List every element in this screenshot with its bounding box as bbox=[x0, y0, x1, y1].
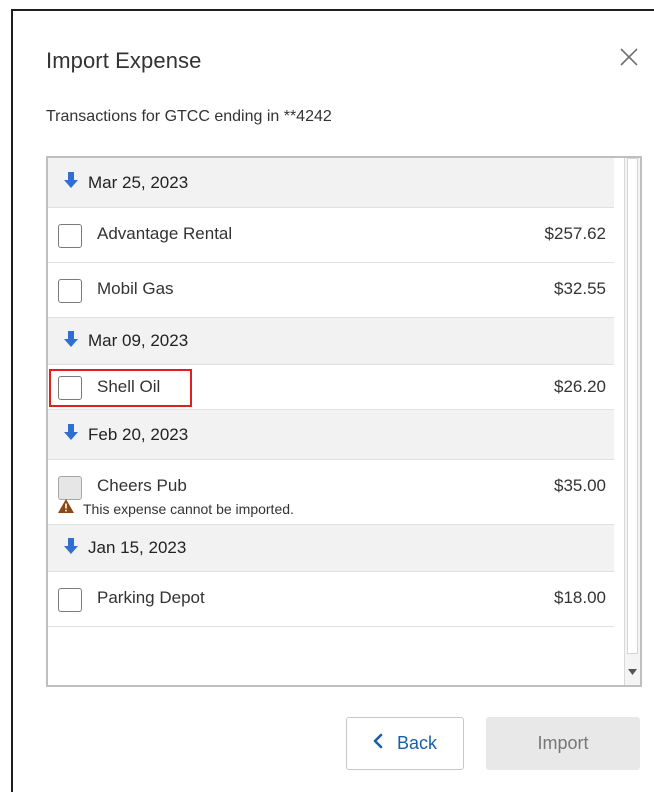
date-group-header[interactable]: Feb 20, 2023 bbox=[48, 410, 614, 460]
scroll-down-arrow-icon[interactable] bbox=[628, 662, 637, 680]
transaction-name: Shell Oil bbox=[97, 377, 161, 396]
arrow-down-icon bbox=[64, 172, 78, 193]
arrow-down-icon bbox=[64, 537, 78, 559]
transaction-row[interactable]: Parking Depot $18.00 bbox=[48, 572, 614, 627]
arrow-down-icon bbox=[64, 424, 78, 445]
import-button-label: Import bbox=[537, 733, 589, 753]
warning-text: This expense cannot be imported. bbox=[83, 500, 294, 517]
group-date: Feb 20, 2023 bbox=[88, 424, 189, 444]
date-group-header[interactable]: Mar 09, 2023 bbox=[48, 318, 614, 365]
transactions-subtitle: Transactions for GTCC ending in **4242 bbox=[46, 108, 332, 125]
group-date: Mar 25, 2023 bbox=[88, 172, 189, 192]
transaction-checkbox-disabled bbox=[58, 476, 82, 500]
scrollbar[interactable] bbox=[624, 158, 640, 685]
transaction-name: Cheers Pub bbox=[97, 476, 187, 495]
date-group-header[interactable]: Mar 25, 2023 bbox=[48, 158, 614, 208]
arrow-down-icon bbox=[64, 330, 78, 352]
transaction-name: Advantage Rental bbox=[97, 224, 233, 243]
transaction-checkbox[interactable] bbox=[58, 279, 82, 303]
transaction-row[interactable]: Mobil Gas $32.55 bbox=[48, 263, 614, 318]
transactions-list[interactable]: Mar 25, 2023 Advantage Rental $257.62 Mo… bbox=[46, 156, 642, 687]
transaction-checkbox[interactable] bbox=[58, 224, 82, 248]
transaction-amount: $26.20 bbox=[554, 377, 606, 396]
transaction-amount: $35.00 bbox=[554, 476, 606, 495]
transaction-amount: $32.55 bbox=[554, 279, 606, 298]
back-button-label: Back bbox=[396, 733, 438, 753]
back-button[interactable]: Back bbox=[346, 717, 464, 770]
transaction-row: Cheers Pub $35.00 This expense cannot be… bbox=[48, 460, 614, 525]
scrollbar-thumb[interactable] bbox=[627, 158, 638, 654]
close-icon[interactable] bbox=[615, 43, 643, 71]
group-date: Mar 09, 2023 bbox=[88, 331, 189, 350]
transactions-rows: Mar 25, 2023 Advantage Rental $257.62 Mo… bbox=[48, 158, 614, 627]
transaction-row[interactable]: Advantage Rental $257.62 bbox=[48, 208, 614, 263]
transaction-checkbox[interactable] bbox=[58, 588, 82, 612]
import-expense-dialog: Import Expense Transactions for GTCC end… bbox=[11, 9, 654, 792]
transaction-checkbox[interactable] bbox=[58, 376, 82, 400]
group-date: Jan 15, 2023 bbox=[88, 538, 187, 557]
transaction-amount: $18.00 bbox=[554, 588, 606, 607]
transaction-amount: $257.62 bbox=[544, 224, 606, 243]
dialog-title: Import Expense bbox=[46, 48, 202, 73]
warning-triangle-icon bbox=[58, 499, 74, 518]
import-button[interactable]: Import bbox=[486, 717, 640, 770]
transaction-name: Parking Depot bbox=[97, 588, 205, 607]
import-warning: This expense cannot be imported. bbox=[58, 499, 294, 518]
transaction-name: Mobil Gas bbox=[97, 279, 174, 298]
date-group-header[interactable]: Jan 15, 2023 bbox=[48, 525, 614, 572]
chevron-left-icon bbox=[373, 733, 397, 754]
transaction-row[interactable]: Shell Oil $26.20 bbox=[48, 365, 614, 410]
